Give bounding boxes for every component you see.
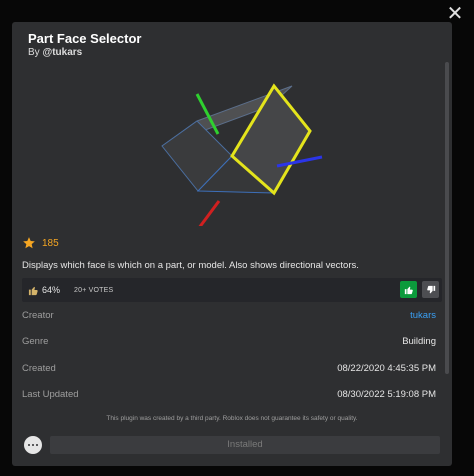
created-label: Created	[22, 363, 56, 374]
vote-bar: 64% 20+ VOTES	[22, 278, 442, 302]
updated-value: 08/30/2022 5:19:08 PM	[337, 389, 436, 400]
plugin-title: Part Face Selector	[28, 31, 142, 46]
thumbs-up-icon	[404, 286, 413, 294]
chat-bubble-icon[interactable]	[24, 436, 42, 454]
upvote-button[interactable]	[400, 281, 417, 298]
star-icon	[23, 237, 35, 249]
plugin-details-panel: Part Face Selector By @tukars 185 Displa…	[12, 22, 452, 466]
vector-red	[198, 200, 221, 226]
info-row-created: Created 08/22/2020 4:45:35 PM	[22, 363, 436, 377]
action-bar: Installed	[12, 430, 452, 466]
plugin-author: By @tukars	[28, 47, 82, 58]
vote-summary: 64% 20+ VOTES	[28, 278, 113, 302]
plugin-preview-image	[161, 83, 323, 226]
info-row-creator: Creator tukars	[22, 310, 436, 324]
genre-value: Building	[402, 336, 436, 347]
plugin-description: Displays which face is which on a part, …	[22, 260, 359, 271]
creator-label: Creator	[22, 310, 54, 321]
creator-link[interactable]: tukars	[410, 310, 436, 321]
info-row-updated: Last Updated 08/30/2022 5:19:08 PM	[22, 389, 436, 403]
thumbs-up-icon	[28, 286, 38, 295]
thumbs-down-icon	[426, 285, 435, 293]
byline-prefix: By	[28, 47, 43, 58]
vote-count: 20+ VOTES	[74, 286, 114, 294]
rating-count: 185	[42, 237, 59, 249]
created-value: 08/22/2020 4:45:35 PM	[337, 363, 436, 374]
info-row-genre: Genre Building	[22, 336, 436, 350]
genre-label: Genre	[22, 336, 49, 347]
third-party-disclaimer: This plugin was created by a third party…	[106, 415, 358, 422]
scrollbar[interactable]	[445, 62, 449, 374]
downvote-button[interactable]	[422, 281, 439, 298]
install-button[interactable]: Installed	[50, 436, 440, 454]
vote-percent: 64%	[42, 285, 61, 295]
rating: 185	[22, 235, 59, 251]
author-handle[interactable]: @tukars	[42, 47, 82, 58]
updated-label: Last Updated	[22, 389, 79, 400]
close-icon[interactable]: ✕	[446, 3, 464, 23]
